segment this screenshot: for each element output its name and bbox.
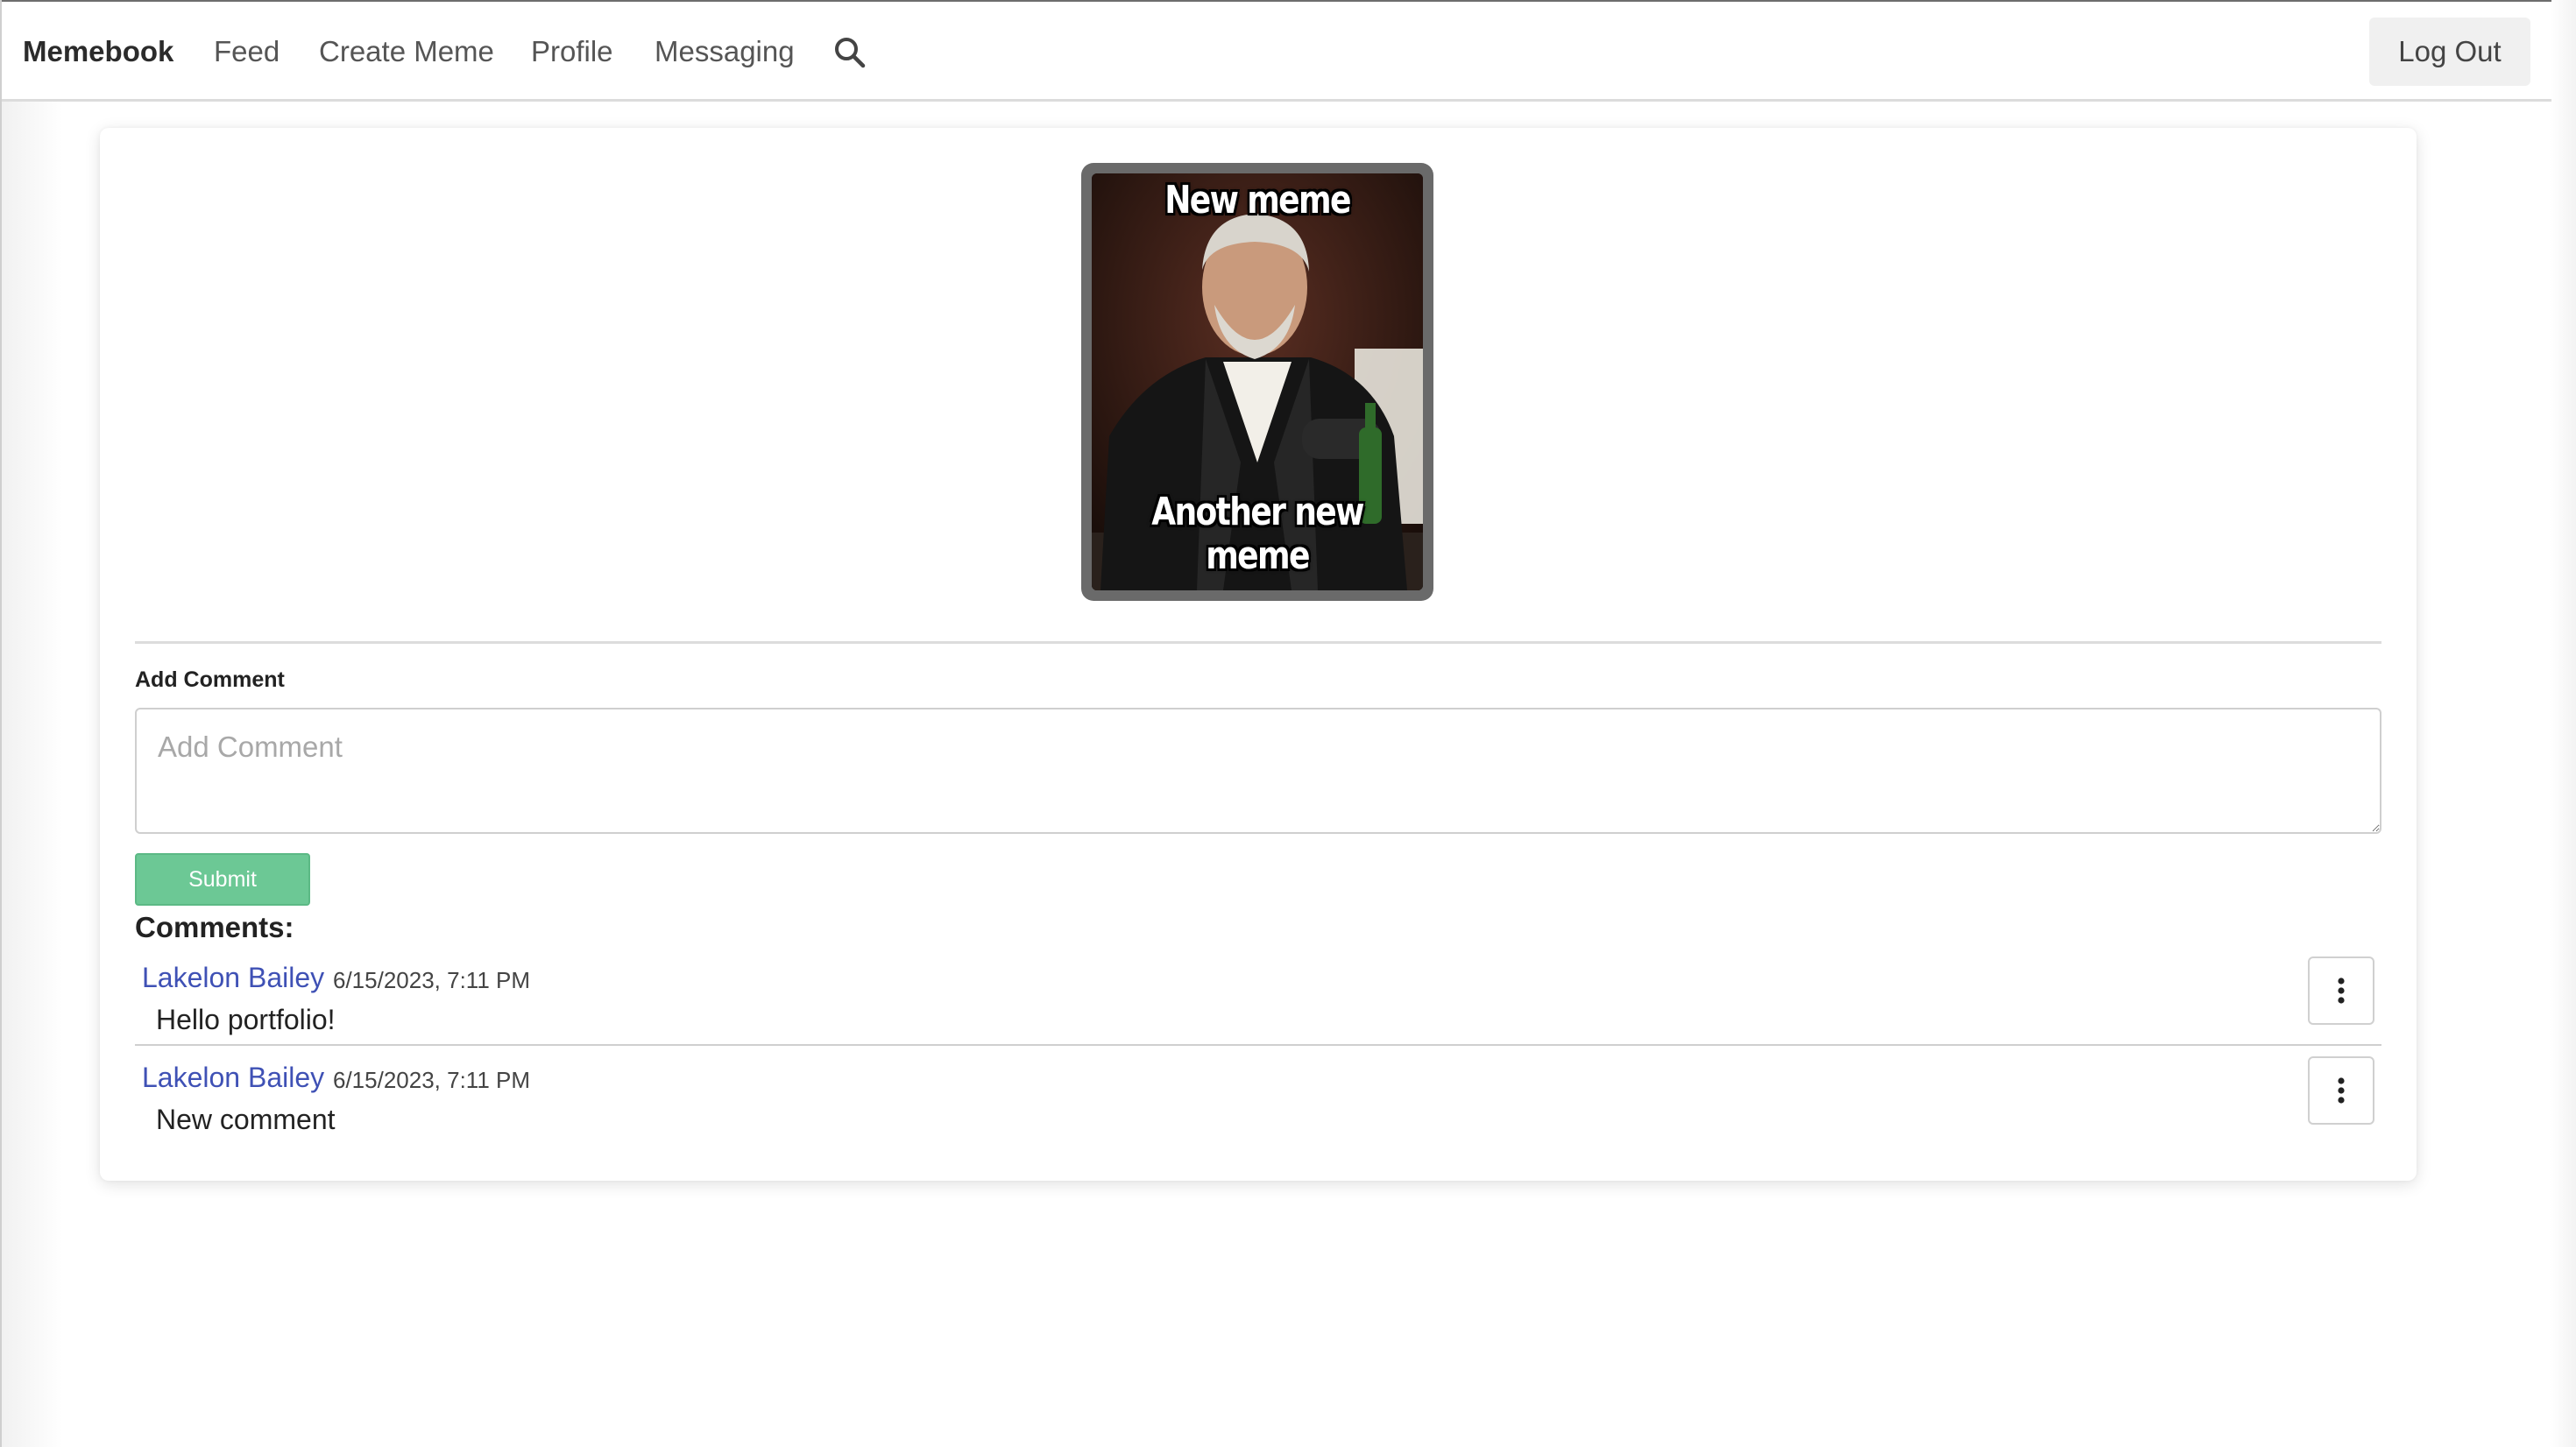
comment-input[interactable] <box>135 708 2381 834</box>
nav-link-create-meme[interactable]: Create Meme <box>319 35 494 68</box>
nav-link-feed[interactable]: Feed <box>214 35 280 68</box>
nav-link-profile[interactable]: Profile <box>531 35 613 68</box>
kebab-menu-icon <box>2338 978 2345 1004</box>
meme-top-text: New meme <box>1164 178 1351 222</box>
comment-timestamp: 6/15/2023, 7:11 PM <box>333 1067 531 1093</box>
page-right-edge <box>2550 0 2576 1447</box>
comment-timestamp: 6/15/2023, 7:11 PM <box>333 967 531 993</box>
kebab-menu-icon <box>2338 1077 2345 1104</box>
comment-item: Lakelon Bailey 6/15/2023, 7:11 PM New co… <box>135 1048 2381 1146</box>
meme-image: New meme Another new meme <box>1092 173 1423 590</box>
nav-link-messaging[interactable]: Messaging <box>655 35 795 68</box>
comment-menu-button[interactable] <box>2308 1056 2374 1125</box>
comment-author-link[interactable]: Lakelon Bailey <box>142 962 324 994</box>
submit-comment-button[interactable]: Submit <box>135 853 310 906</box>
comment-menu-button[interactable] <box>2308 956 2374 1025</box>
meme-card: New meme Another new meme Add Comment Su… <box>100 128 2417 1181</box>
comment-item: Lakelon Bailey 6/15/2023, 7:11 PM Hello … <box>135 948 2381 1046</box>
top-navbar: Memebook Feed Create Meme Profile Messag… <box>2 0 2551 102</box>
comment-text: New comment <box>156 1104 336 1135</box>
content-divider <box>135 641 2381 644</box>
comment-author-link[interactable]: Lakelon Bailey <box>142 1062 324 1094</box>
comments-heading: Comments: <box>135 911 294 943</box>
brand-link[interactable]: Memebook <box>23 35 173 68</box>
search-icon[interactable] <box>832 35 867 70</box>
page: Memebook Feed Create Meme Profile Messag… <box>0 0 2576 1447</box>
comment-text: Hello portfolio! <box>156 1004 336 1035</box>
meme-image-frame: New meme Another new meme <box>1081 163 1433 601</box>
logout-button[interactable]: Log Out <box>2369 18 2530 86</box>
meme-bottom-text: Another new meme <box>1151 490 1364 578</box>
add-comment-label: Add Comment <box>135 667 285 692</box>
